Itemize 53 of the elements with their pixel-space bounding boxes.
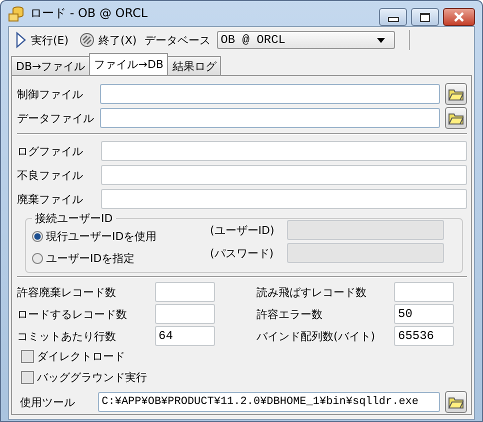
browse-button[interactable] <box>445 83 467 105</box>
number-field[interactable] <box>154 304 214 324</box>
field-label: 許容エラー数 <box>256 306 322 322</box>
checkbox-option[interactable]: ダイレクトロード <box>21 346 467 367</box>
group-title: 接続ユーザーID <box>34 211 114 226</box>
field-label: 使用ツール <box>20 394 76 410</box>
field-label: データファイル <box>17 110 95 126</box>
field-label: (ユーザーID) <box>210 222 276 238</box>
minimize-button[interactable] <box>379 8 407 26</box>
field-label: 廃棄ファイル <box>17 192 84 206</box>
tab[interactable]: DB→ファイル <box>11 56 90 75</box>
number-field[interactable]: 65536 <box>394 326 454 346</box>
checkbox-option[interactable]: バッググラウンド実行 <box>21 367 467 388</box>
file-path-field[interactable] <box>101 165 467 185</box>
field-label: コミットあたり行数 <box>17 328 116 344</box>
number-field[interactable] <box>154 282 214 302</box>
field-label: 制御ファイル <box>17 86 84 102</box>
dropdown-arrow-icon <box>376 38 385 42</box>
database-label: データベース <box>144 32 211 48</box>
play-icon <box>15 31 27 49</box>
database-dropdown[interactable]: OB @ ORCL <box>216 31 395 49</box>
tab[interactable]: 結果ログ <box>167 56 222 75</box>
run-button[interactable]: 実行(E) <box>13 31 71 49</box>
browse-button[interactable] <box>445 391 467 413</box>
window-title: ロード - OB @ ORCL <box>30 5 148 22</box>
tool-path-field[interactable]: C:¥APP¥OB¥PRODUCT¥11.2.0¥DBHOME_1¥bin¥sqlldr.exe <box>98 392 440 412</box>
close-icon <box>453 12 465 22</box>
field-label: (パスワード) <box>210 246 275 260</box>
file-path-field[interactable] <box>100 108 440 128</box>
tab[interactable]: ファイル→DB <box>89 53 168 75</box>
close-button[interactable] <box>443 8 475 26</box>
radio-option[interactable]: ユーザーIDを指定 <box>32 248 210 268</box>
database-icon <box>8 6 24 22</box>
field-label: 読み飛ばすレコード数 <box>256 284 366 300</box>
file-path-field[interactable] <box>100 84 440 104</box>
folder-icon <box>448 396 464 408</box>
file-path-field[interactable] <box>101 189 467 209</box>
exit-button[interactable]: 終了(X) <box>76 32 139 48</box>
stop-icon <box>78 32 95 48</box>
browse-button[interactable] <box>445 107 467 129</box>
field-label: バインド配列数(バイト) <box>256 328 376 344</box>
number-field[interactable] <box>394 282 454 302</box>
field-label: 許容廃棄レコード数 <box>17 284 116 300</box>
folder-icon <box>448 112 464 124</box>
folder-icon <box>448 88 464 100</box>
field-label: 不良ファイル <box>17 168 84 182</box>
field-label: ロードするレコード数 <box>17 306 127 322</box>
maximize-button[interactable] <box>411 8 439 26</box>
number-field[interactable]: 50 <box>394 304 454 324</box>
radio-option[interactable]: 現行ユーザーIDを使用 <box>32 226 210 246</box>
number-field[interactable]: 64 <box>154 326 214 346</box>
file-path-field[interactable] <box>101 141 467 161</box>
field-label: ログファイル <box>17 144 84 158</box>
